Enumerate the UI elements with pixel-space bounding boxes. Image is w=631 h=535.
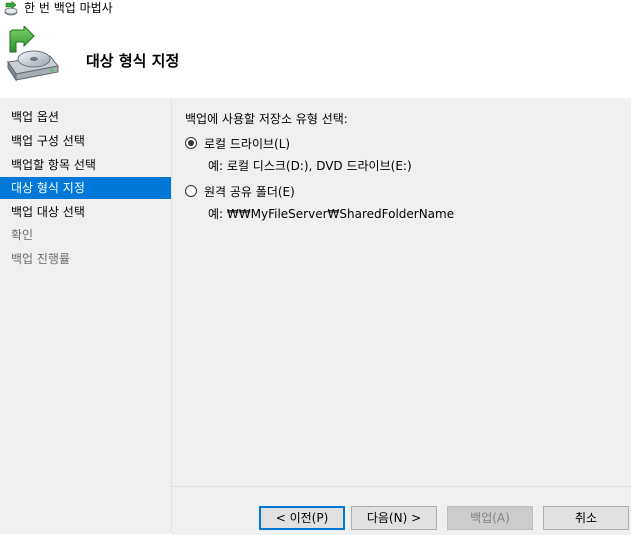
title-bar[interactable]: 한 번 백업 마법사 — [0, 0, 631, 18]
remote-share-label[interactable]: 원격 공유 폴더(E) — [204, 183, 295, 201]
storage-type-prompt: 백업에 사용할 저장소 유형 선택: — [185, 112, 348, 126]
main-content-panel: 백업에 사용할 저장소 유형 선택: 로컬 드라이브(L) 예: 로컬 디스크(… — [172, 98, 631, 486]
step-select-destination[interactable]: 백업 대상 선택 — [0, 201, 171, 223]
page-title: 대상 형식 지정 — [86, 52, 180, 70]
local-drive-radio[interactable] — [185, 137, 197, 149]
step-backup-progress: 백업 진행률 — [11, 252, 71, 266]
remote-share-radio[interactable] — [185, 185, 197, 197]
backup-app-icon — [4, 1, 18, 16]
remote-share-example: 예: ₩₩MyFileServer₩SharedFolderName — [208, 207, 455, 221]
wizard-footer: < 이전(P) 다음(N) > 백업(A) 취소 — [172, 486, 631, 535]
wizard-steps-sidebar: 백업 옵션 백업 구성 선택 백업할 항목 선택 대상 형식 지정 백업 대상 … — [0, 98, 172, 534]
step-backup-options[interactable]: 백업 옵션 — [0, 106, 171, 128]
next-button[interactable]: 다음(N) > — [351, 506, 437, 530]
backup-drive-icon — [7, 26, 59, 82]
step-backup-configuration[interactable]: 백업 구성 선택 — [0, 130, 171, 152]
wizard-header: 대상 형식 지정 — [0, 18, 631, 99]
step-select-items[interactable]: 백업할 항목 선택 — [0, 154, 171, 176]
previous-button[interactable]: < 이전(P) — [259, 506, 345, 530]
cancel-button[interactable]: 취소 — [543, 506, 629, 530]
window-title: 한 번 백업 마법사 — [24, 1, 113, 15]
step-confirmation: 확인 — [11, 228, 34, 242]
backup-button: 백업(A) — [447, 506, 533, 530]
local-drive-label[interactable]: 로컬 드라이브(L) — [204, 135, 290, 153]
step-specify-destination-type[interactable]: 대상 형식 지정 — [0, 177, 171, 199]
local-drive-example: 예: 로컬 디스크(D:), DVD 드라이브(E:) — [208, 159, 412, 173]
